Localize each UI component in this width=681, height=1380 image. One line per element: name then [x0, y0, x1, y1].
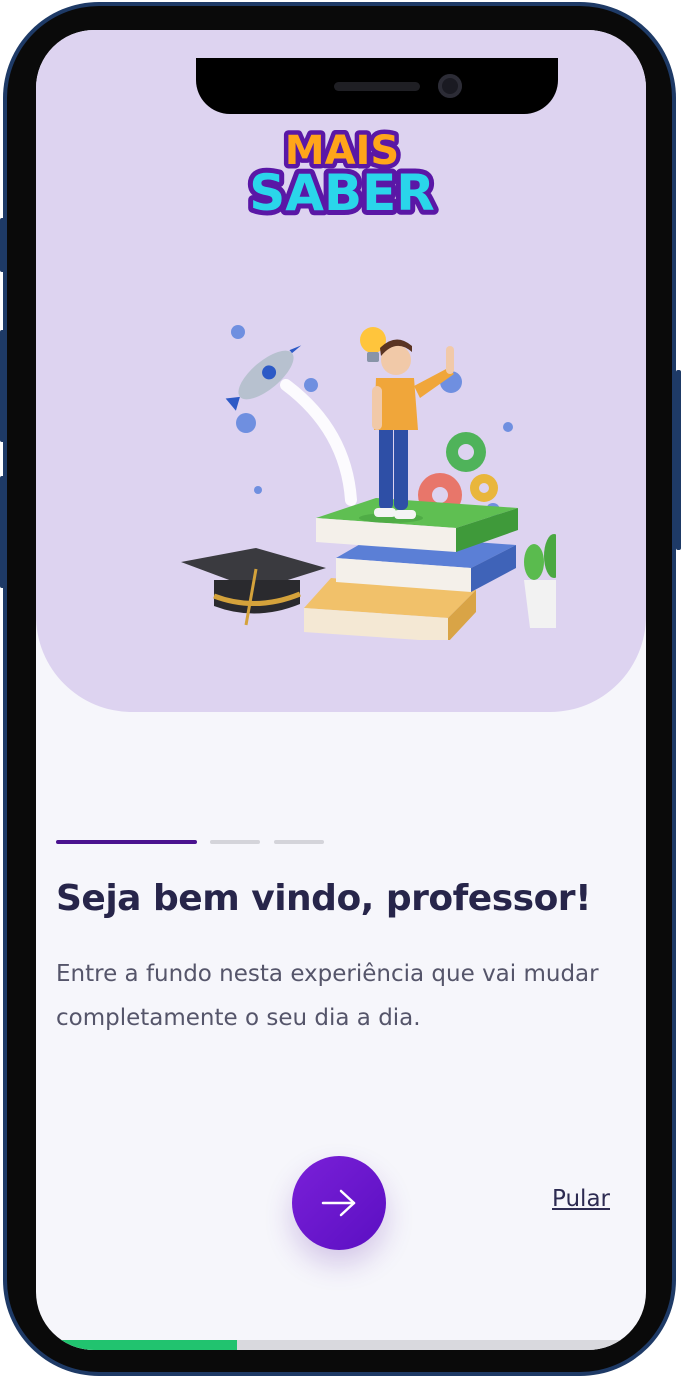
education-illustration [181, 325, 556, 640]
volume-up-button [0, 330, 5, 442]
arrow-right-icon [321, 1189, 356, 1217]
app-screen: MAIS SABER Seja bem vindo, professor! En… [36, 30, 646, 1350]
skip-link[interactable]: Pular [552, 1186, 610, 1212]
step-indicator-2 [210, 840, 260, 844]
power-button [676, 370, 681, 550]
phone-notch [196, 58, 558, 114]
step-indicator-3 [274, 840, 324, 844]
volume-down-button [0, 476, 5, 588]
onboarding-description: Entre a fundo nesta experiência que vai … [56, 961, 599, 1031]
bottom-progress-fill [36, 1340, 238, 1350]
onboarding-title: Seja bem vindo, professor! [56, 878, 591, 919]
mais-saber-logo: MAIS SABER [244, 124, 439, 223]
next-button[interactable] [292, 1156, 386, 1250]
logo-text-bottom: SABER [249, 164, 434, 222]
bottom-progress-track [36, 1340, 646, 1350]
front-camera [438, 74, 462, 98]
step-indicator-active [56, 840, 197, 844]
speaker-grille [334, 82, 420, 91]
silent-switch [0, 218, 5, 272]
hero-panel: MAIS SABER [36, 30, 646, 712]
